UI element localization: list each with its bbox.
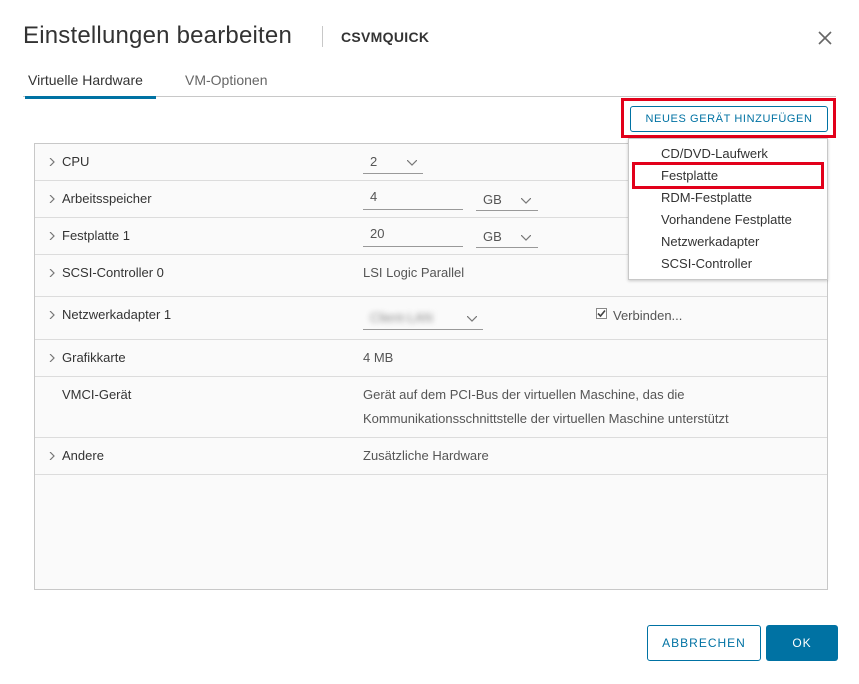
- chevron-right-icon[interactable]: [48, 158, 56, 166]
- checkmark-icon: [597, 309, 606, 318]
- cpu-count-select[interactable]: 2: [363, 151, 423, 174]
- row-label: SCSI-Controller 0: [62, 265, 164, 280]
- row-label: Arbeitsspeicher: [62, 191, 152, 206]
- edit-settings-dialog: Einstellungen bearbeiten CSVMQUICK Virtu…: [0, 0, 859, 684]
- tab-vm-options[interactable]: VM-Optionen: [185, 72, 267, 96]
- chevron-down-icon: [521, 198, 531, 204]
- menu-item-network-adapter[interactable]: Netzwerkadapter: [661, 234, 759, 249]
- menu-item-scsi-controller[interactable]: SCSI-Controller: [661, 256, 752, 271]
- tab-virtual-hardware[interactable]: Virtuelle Hardware: [25, 72, 156, 99]
- scsi-controller-type: LSI Logic Parallel: [363, 265, 465, 280]
- tab-bar: Virtuelle Hardware VM-Optionen: [23, 66, 836, 99]
- cancel-button[interactable]: ABBRECHEN: [647, 625, 761, 661]
- ok-button[interactable]: OK: [766, 625, 838, 661]
- graphics-memory: 4 MB: [363, 350, 394, 365]
- hardware-row-network[interactable]: Netzwerkadapter 1 Client-LAN Verbinden..…: [35, 297, 827, 340]
- connect-label: Verbinden...: [613, 308, 683, 323]
- add-new-device-button[interactable]: NEUES GERÄT HINZUFÜGEN: [630, 106, 828, 132]
- row-label: Grafikkarte: [62, 350, 126, 365]
- menu-item-existing-disk[interactable]: Vorhandene Festplatte: [661, 212, 792, 227]
- dialog-title: Einstellungen bearbeiten: [23, 22, 292, 49]
- chevron-right-icon[interactable]: [48, 354, 56, 362]
- disk-size-input[interactable]: 20: [363, 223, 463, 247]
- hardware-row-graphics[interactable]: Grafikkarte 4 MB: [35, 340, 827, 377]
- row-label: Andere: [62, 448, 104, 463]
- disk-unit-select[interactable]: GB: [476, 225, 538, 248]
- chevron-right-icon[interactable]: [48, 232, 56, 240]
- menu-item-cd-dvd[interactable]: CD/DVD-Laufwerk: [661, 146, 768, 161]
- network-select[interactable]: Client-LAN: [363, 307, 483, 330]
- chevron-down-icon: [521, 235, 531, 241]
- menu-item-rdm-disk[interactable]: RDM-Festplatte: [661, 190, 752, 205]
- menu-item-highlight: [632, 162, 824, 189]
- chevron-down-icon: [407, 160, 417, 166]
- chevron-right-icon[interactable]: [48, 195, 56, 203]
- chevron-right-icon[interactable]: [48, 269, 56, 277]
- title-divider: [322, 26, 323, 47]
- connect-checkbox[interactable]: [596, 308, 607, 319]
- hardware-row-other[interactable]: Andere Zusätzliche Hardware: [35, 438, 827, 475]
- vmci-description-line2: Kommunikationsschnittstelle der virtuell…: [363, 411, 729, 426]
- chevron-down-icon: [467, 316, 477, 322]
- vm-name: CSVMQUICK: [341, 29, 430, 45]
- hardware-row-vmci: VMCI-Gerät Gerät auf dem PCI-Bus der vir…: [35, 377, 827, 438]
- close-icon[interactable]: [814, 27, 836, 49]
- memory-unit-select[interactable]: GB: [476, 188, 538, 211]
- row-label: CPU: [62, 154, 90, 169]
- chevron-right-icon[interactable]: [48, 311, 56, 319]
- row-label: VMCI-Gerät: [62, 387, 132, 402]
- chevron-right-icon[interactable]: [48, 452, 56, 460]
- row-label: Netzwerkadapter 1: [62, 307, 172, 322]
- vmci-description-line1: Gerät auf dem PCI-Bus der virtuellen Mas…: [363, 387, 685, 402]
- other-hardware-description: Zusätzliche Hardware: [363, 448, 489, 463]
- add-device-menu: CD/DVD-Laufwerk Festplatte RDM-Festplatt…: [628, 138, 828, 280]
- memory-size-input[interactable]: 4: [363, 186, 463, 210]
- row-label: Festplatte 1: [62, 228, 130, 243]
